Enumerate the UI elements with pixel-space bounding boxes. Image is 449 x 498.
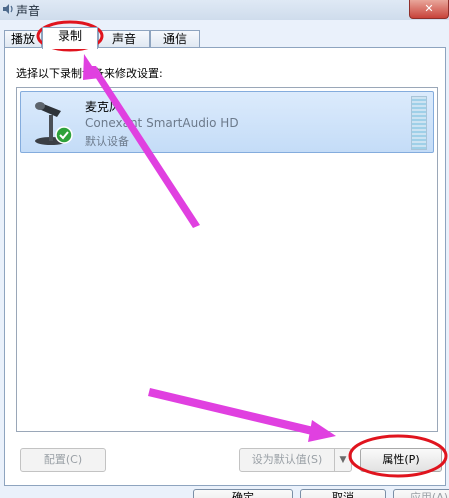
- close-button[interactable]: ✕: [409, 0, 449, 19]
- level-meter: [411, 96, 427, 150]
- set-default-button[interactable]: 设为默认值(S): [239, 448, 335, 472]
- tab-label: 录制: [57, 29, 82, 43]
- tab-label: 声音: [111, 32, 136, 46]
- close-icon: ✕: [424, 2, 434, 15]
- window-title: 声音: [16, 4, 41, 18]
- device-status: 默认设备: [85, 135, 129, 148]
- speaker-icon: [3, 4, 13, 14]
- microphone-icon: [35, 102, 73, 145]
- cancel-button[interactable]: 取消: [300, 489, 386, 498]
- device-driver: Conexant SmartAudio HD: [85, 116, 239, 130]
- tab-recording[interactable]: 录制: [42, 27, 98, 49]
- tab-communications[interactable]: 通信: [150, 30, 200, 48]
- apply-button[interactable]: 应用(A): [393, 489, 449, 498]
- ok-button[interactable]: 确定: [193, 489, 293, 498]
- device-list[interactable]: 麦克风 Conexant SmartAudio HD 默认设备: [16, 87, 438, 432]
- properties-button[interactable]: 属性(P): [360, 448, 442, 472]
- check-icon: [55, 126, 73, 144]
- recording-panel: 选择以下录制设备来修改设置: 麦克风 Conexant SmartAudio H…: [4, 47, 446, 486]
- device-item-microphone[interactable]: 麦克风 Conexant SmartAudio HD 默认设备: [20, 91, 434, 153]
- sound-dialog: 声音 ✕ 播放 录制 声音 通信 选择以下录制设备来修改设置: 麦克风 Cone…: [0, 0, 449, 498]
- instruction-text: 选择以下录制设备来修改设置:: [16, 67, 163, 80]
- tab-sounds[interactable]: 声音: [98, 30, 150, 48]
- tab-label: 播放: [10, 32, 35, 46]
- configure-button[interactable]: 配置(C): [20, 448, 106, 472]
- tab-label: 通信: [162, 32, 187, 46]
- tab-playback[interactable]: 播放: [4, 30, 42, 48]
- device-name: 麦克风: [85, 100, 122, 114]
- chevron-down-icon[interactable]: ▼: [334, 448, 352, 472]
- title-bar: 声音 ✕: [0, 0, 449, 20]
